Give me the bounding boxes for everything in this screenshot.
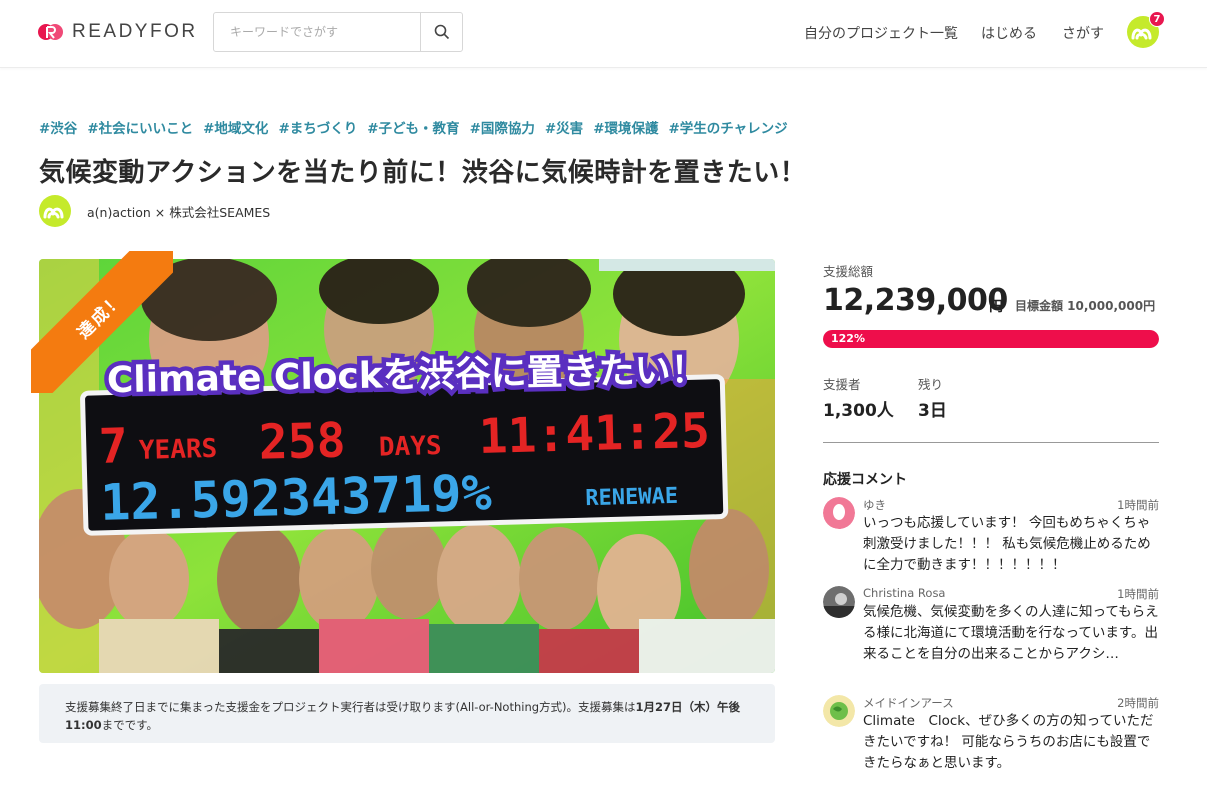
commenter-avatar[interactable] [823,497,855,529]
clock-years: 7 [98,418,128,475]
readyfor-logo[interactable]: READYFOR [38,21,198,43]
owner-name[interactable]: a(n)action × 株式会社SEAMES [87,202,270,221]
remaining-days: 3日 [918,401,947,421]
supporters-label: 支援者 [823,377,861,392]
total-unit: 円 [989,299,1003,315]
comments-title: 応援コメント [823,472,907,488]
tag-item[interactable]: #環境保護 [593,117,658,137]
commenter-name[interactable]: Christina Rosa [863,586,945,600]
total-label: 支援総額 [823,264,874,279]
commenter-name[interactable]: メイドインアース [863,695,954,711]
funding-notice: 支援募集終了日までに集まった支援金をプロジェクト実行者は受け取ります(All-o… [39,684,775,743]
site-header: READYFOR 自分のプロジェクト一覧 はじめる さがす 7 [0,0,1207,68]
achieved-ribbon-label: 達成！ [31,251,173,393]
comment-text: Climate Clock、ぜひ多くの方の知っていただきたいですね！ 可能ならう… [863,713,1154,771]
photo-avatar-icon [823,586,855,618]
tag-item[interactable]: #渋谷 [39,117,77,137]
tag-item[interactable]: #子ども・教育 [367,117,459,137]
tag-item[interactable]: #災害 [545,117,583,137]
clock-days-unit: DAYS [379,431,442,463]
comment-text: 気候危機、気候変動を多くの人達に知ってもらえる様に北海道にて環境活動を行なってい… [863,604,1159,662]
notification-badge[interactable]: 7 [1149,11,1165,27]
nav-start[interactable]: はじめる [981,23,1037,43]
commenter-avatar[interactable] [823,695,855,727]
clock-time: 11:41:25 [478,403,711,465]
commenter-name[interactable]: ゆき [863,497,886,513]
tag-list: #渋谷 #社会にいいこと #地域文化 #まちづくり #子ども・教育 #国際協力 … [39,117,788,137]
readyfor-logo-icon [38,24,63,40]
comment-time: 1時間前 [1117,587,1159,601]
clock-label: RENEWAE [585,484,678,511]
search-icon [434,24,449,40]
tag-item[interactable]: #まちづくり [278,117,357,137]
comment-text: いっつも応援しています！ 今回もめちゃくちゃ刺激受けました！！！ 私も気候危機止… [863,515,1151,573]
tag-item[interactable]: #学生のチャレンジ [669,117,788,137]
notice-suffix: までです。 [101,718,158,732]
tag-item[interactable]: #国際協力 [470,117,535,137]
supporters-count: 1,300人 [823,401,894,421]
commenter-avatar[interactable] [823,586,855,618]
owner-avatar[interactable] [39,195,71,227]
clock-days: 258 [258,412,346,470]
comment-time: 1時間前 [1117,498,1159,512]
earth-avatar-icon [823,695,855,727]
tag-item[interactable]: #地域文化 [203,117,268,137]
progress-bar: 122% [823,330,1159,348]
search-input[interactable] [214,13,420,51]
clock-percent: 12.592343719% [100,464,493,532]
achieved-ribbon: 達成！ [31,251,173,393]
total-amount: 12,239,000 [823,283,1008,318]
clock-years-unit: YEARS [139,434,218,466]
nav-browse[interactable]: さがす [1062,23,1104,43]
owner-logo-icon [43,207,64,219]
notice-text: 支援募集終了日までに集まった支援金をプロジェクト実行者は受け取ります(All-o… [65,700,636,714]
goal-amount: 目標金額 10,000,000円 [1015,299,1156,313]
balloon-avatar-icon [823,497,855,529]
progress-fill [823,330,1159,348]
comment-time: 2時間前 [1117,696,1159,710]
remaining-label: 残り [918,377,944,392]
progress-percent: 122% [831,332,865,345]
search-button[interactable] [420,13,462,51]
project-owner: a(n)action × 株式会社SEAMES [39,195,270,227]
project-title: 気候変動アクションを当たり前に！渋谷に気候時計を置きたい！ [39,158,807,188]
brand-name: READYFOR [72,21,198,42]
tag-item[interactable]: #社会にいいこと [87,117,193,137]
search-box [213,12,463,52]
divider [823,442,1159,443]
nav-my-projects[interactable]: 自分のプロジェクト一覧 [804,23,958,43]
